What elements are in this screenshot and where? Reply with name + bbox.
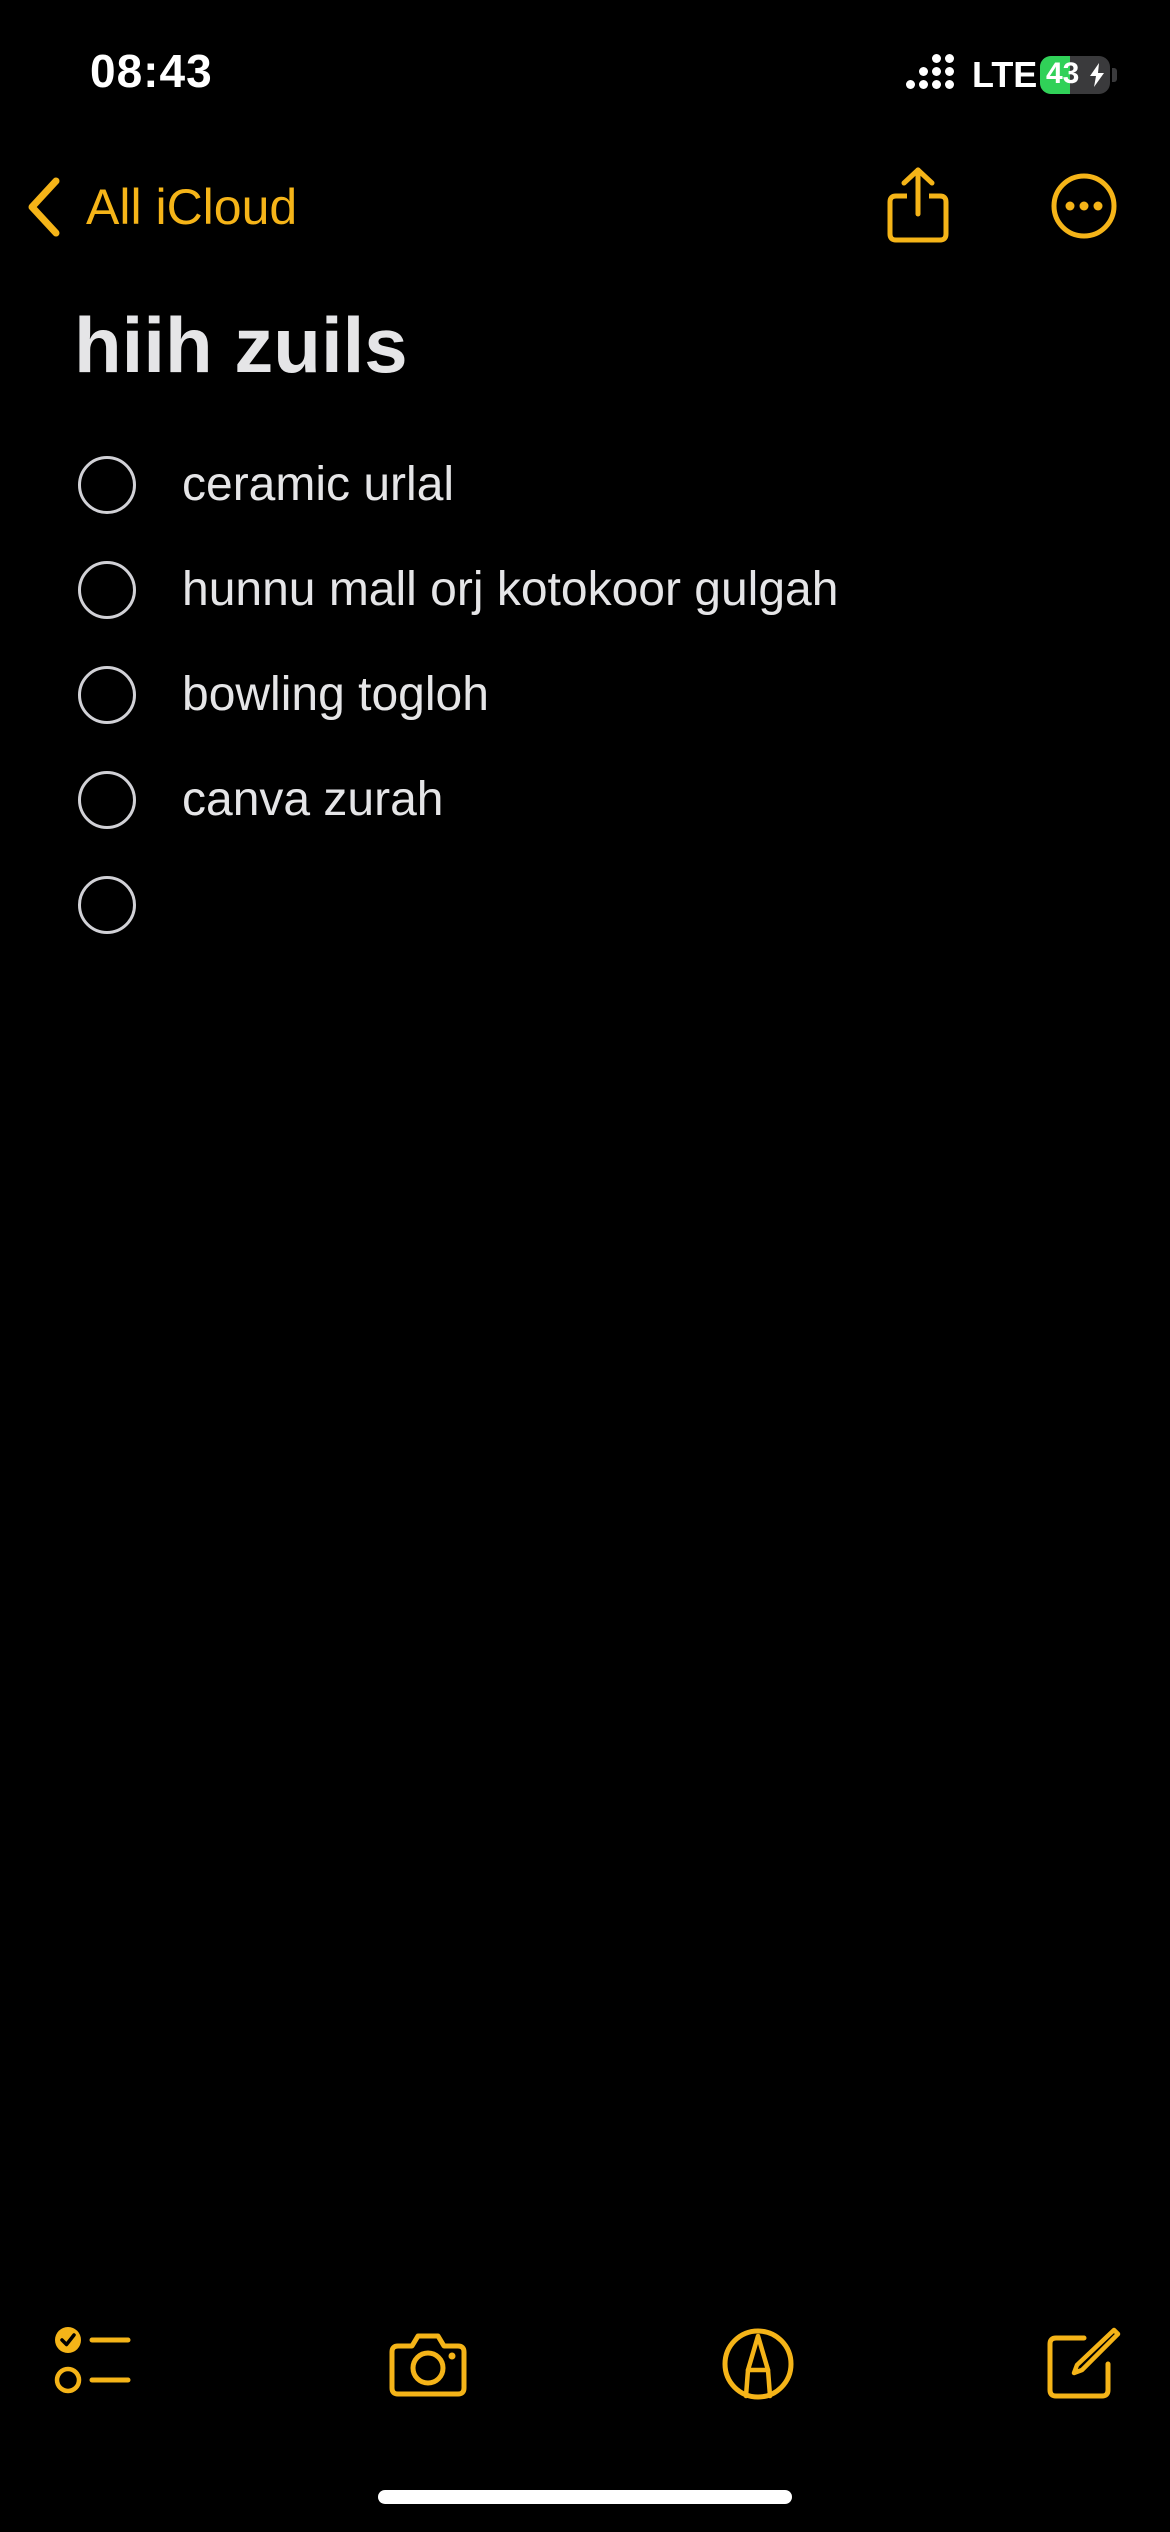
checklist-item[interactable]: hunnu mall orj kotokoor gulgah [78,537,1138,642]
network-type: LTE [972,54,1038,95]
checklist-item-label[interactable]: hunnu mall orj kotokoor gulgah [182,562,838,617]
checkbox[interactable] [78,560,136,619]
note-title[interactable]: hiih zuils [74,300,408,391]
status-time: 08:43 [90,45,213,97]
markup-icon [722,2328,794,2400]
checkbox[interactable] [78,455,136,514]
battery-icon: 43 [1040,56,1110,94]
battery-percent: 43 [1046,57,1080,90]
checklist-item-label[interactable]: bowling togloh [182,667,489,722]
camera-button[interactable] [388,2324,468,2409]
chevron-left-icon [28,177,60,237]
markup-button[interactable] [718,2324,798,2409]
more-button[interactable] [1050,172,1118,240]
share-icon [887,167,949,243]
checklist-item[interactable]: canva zurah [78,747,1138,852]
checkbox[interactable] [78,665,136,724]
checkbox[interactable] [78,770,136,829]
checkbox[interactable] [78,875,136,934]
compose-button[interactable] [1044,2324,1124,2409]
back-button[interactable]: All iCloud [24,172,297,242]
checklist-item-label[interactable]: canva zurah [182,772,444,827]
compose-icon [1047,2327,1121,2399]
checklist-item[interactable]: ceramic urlal [78,432,1138,537]
camera-icon [389,2333,467,2397]
more-ellipsis-icon [1051,173,1117,239]
checklist-icon [54,2327,131,2394]
charging-bolt-icon [1090,63,1104,87]
home-indicator[interactable] [378,2490,792,2504]
checklist-item[interactable]: bowling togloh [78,642,1138,747]
share-button[interactable] [886,166,950,244]
checklist-item-label[interactable]: ceramic urlal [182,457,454,512]
back-label: All iCloud [86,179,298,235]
signal-strength-icon [906,54,960,94]
battery-cap [1112,68,1117,82]
checklist-item[interactable] [78,852,1138,957]
checklist-button[interactable] [52,2324,132,2409]
checklist: ceramic urlal hunnu mall orj kotokoor gu… [78,432,1138,957]
